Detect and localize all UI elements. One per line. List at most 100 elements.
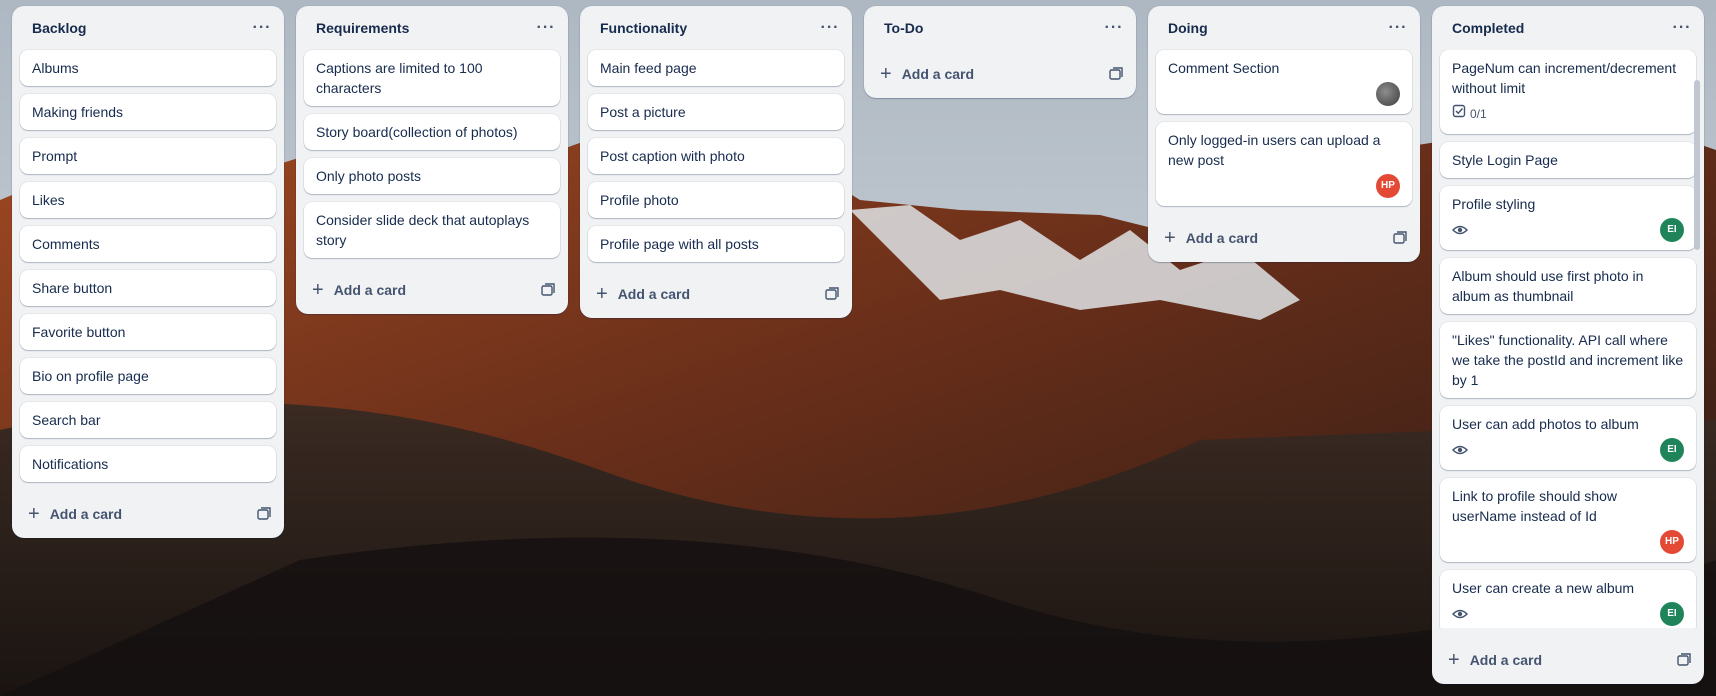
card[interactable]: Only photo posts <box>304 158 560 194</box>
add-card-button[interactable]: + Add a card <box>1448 650 1542 670</box>
list-header: Doing ··· <box>1148 6 1420 50</box>
list-title[interactable]: Requirements <box>316 20 409 36</box>
ellipsis-icon[interactable]: ··· <box>248 14 276 42</box>
card[interactable]: Story board(collection of photos) <box>304 114 560 150</box>
card[interactable]: PageNum can increment/decrement without … <box>1440 49 1696 134</box>
card-title: Notifications <box>32 456 109 472</box>
list-title[interactable]: Completed <box>1452 20 1524 36</box>
card[interactable]: Making friends <box>20 94 276 130</box>
checklist-badge: 0/1 <box>1452 104 1487 124</box>
list-title[interactable]: Doing <box>1168 20 1208 36</box>
card[interactable]: Albums <box>20 50 276 86</box>
card-list: Main feed page Post a picture Post caption… <box>580 50 852 262</box>
card[interactable]: Notifications <box>20 446 276 482</box>
list-title[interactable]: Functionality <box>600 20 687 36</box>
add-card-button[interactable]: + Add a card <box>28 504 122 524</box>
card[interactable]: Main feed page <box>588 50 844 86</box>
list-header: To-Do ··· <box>864 6 1136 50</box>
card[interactable]: Favorite button <box>20 314 276 350</box>
card[interactable]: Link to profile should show userName ins… <box>1440 477 1696 562</box>
card[interactable]: User can add photos to album EI <box>1440 405 1696 470</box>
eye-icon <box>1452 442 1468 458</box>
checklist-icon <box>1452 104 1466 124</box>
plus-icon: + <box>880 63 892 85</box>
add-card-button[interactable]: + Add a card <box>596 284 690 304</box>
card-badges: HP <box>1168 174 1400 198</box>
card-title: Comment Section <box>1168 60 1280 76</box>
add-card-label: Add a card <box>901 66 975 82</box>
list-doing: Doing ··· Comment Section Only logged-in us… <box>1148 6 1420 262</box>
card-template-icon[interactable] <box>1108 66 1124 82</box>
card[interactable]: Post a picture <box>588 94 844 130</box>
card[interactable]: Comments <box>20 226 276 262</box>
list-scrollbar[interactable] <box>1694 80 1700 250</box>
card-template-icon[interactable] <box>256 506 272 522</box>
card-title: "Likes" functionality. API call where we… <box>1452 331 1684 388</box>
card[interactable]: Album should use first photo in album as… <box>1440 257 1696 314</box>
add-card-button[interactable]: + Add a card <box>312 280 406 300</box>
card[interactable]: Only logged-in users can upload a new po… <box>1156 122 1412 206</box>
list-header: Completed ··· <box>1432 6 1704 50</box>
card-list: Captions are limited to 100 characters St… <box>296 50 568 258</box>
add-card-label: Add a card <box>1469 652 1543 669</box>
list-title[interactable]: To-Do <box>884 20 923 36</box>
card-title: Profile photo <box>600 192 679 208</box>
board-canvas: Backlog ··· Albums Making friends Prompt Like… <box>12 6 1704 696</box>
card-list: Albums Making friends Prompt Likes Comments S… <box>12 50 284 482</box>
ellipsis-icon[interactable]: ··· <box>1384 14 1412 42</box>
member-avatar[interactable]: EI <box>1660 601 1684 626</box>
add-card-button[interactable]: + Add a card <box>880 64 974 84</box>
badge-row: 0/1 <box>1452 104 1487 124</box>
card[interactable]: Likes <box>20 182 276 218</box>
add-card-label: Add a card <box>617 286 691 302</box>
card[interactable]: User can create a new album EI <box>1440 569 1696 629</box>
list-footer: + Add a card <box>1432 636 1704 684</box>
list-todo: To-Do ··· + Add a card <box>864 6 1136 98</box>
ellipsis-icon[interactable]: ··· <box>532 14 560 42</box>
member-avatar[interactable]: HP <box>1376 174 1400 198</box>
list-title[interactable]: Backlog <box>32 20 86 36</box>
card[interactable]: Style Login Page <box>1440 141 1696 178</box>
card[interactable]: "Likes" functionality. API call where we… <box>1440 321 1696 398</box>
list-backlog: Backlog ··· Albums Making friends Prompt Like… <box>12 6 284 538</box>
add-card-label: Add a card <box>49 506 123 522</box>
card[interactable]: Post caption with photo <box>588 138 844 174</box>
badge-row <box>1452 222 1468 238</box>
add-card-button[interactable]: + Add a card <box>1164 228 1258 248</box>
card[interactable]: Comment Section <box>1156 50 1412 114</box>
member-avatar[interactable]: HP <box>1660 529 1684 554</box>
card[interactable]: Profile styling EI <box>1440 185 1696 250</box>
card-title: Consider slide deck that autoplays story <box>316 212 530 248</box>
card[interactable]: Profile page with all posts <box>588 226 844 262</box>
card[interactable]: Prompt <box>20 138 276 174</box>
card-template-icon[interactable] <box>1676 652 1692 668</box>
card[interactable]: Search bar <box>20 402 276 438</box>
ellipsis-icon[interactable]: ··· <box>1668 14 1696 42</box>
card[interactable]: Consider slide deck that autoplays story <box>304 202 560 258</box>
member-avatar[interactable] <box>1376 82 1400 106</box>
card-badges <box>1168 82 1400 106</box>
ellipsis-icon[interactable]: ··· <box>816 14 844 42</box>
card-title: Captions are limited to 100 characters <box>316 60 483 96</box>
checklist-count: 0/1 <box>1470 106 1487 121</box>
card[interactable]: Profile photo <box>588 182 844 218</box>
card-badges: HP <box>1452 529 1684 554</box>
card-title: Profile page with all posts <box>600 236 759 252</box>
member-avatar[interactable]: EI <box>1660 437 1684 462</box>
card-title: Likes <box>32 192 65 208</box>
card[interactable]: Bio on profile page <box>20 358 276 394</box>
ellipsis-icon[interactable]: ··· <box>1100 14 1128 42</box>
eye-icon <box>1452 222 1468 238</box>
card-title: Link to profile should show userName ins… <box>1452 487 1617 524</box>
list-header: Backlog ··· <box>12 6 284 50</box>
list-footer: + Add a card <box>864 50 1136 98</box>
list-functionality: Functionality ··· Main feed page Post a pic… <box>580 6 852 318</box>
card-template-icon[interactable] <box>824 286 840 302</box>
card-template-icon[interactable] <box>1392 230 1408 246</box>
member-avatar[interactable]: EI <box>1660 217 1684 242</box>
card-title: Post caption with photo <box>600 148 745 164</box>
card[interactable]: Captions are limited to 100 characters <box>304 50 560 106</box>
card[interactable]: Share button <box>20 270 276 306</box>
card-badges: EI <box>1452 601 1684 626</box>
card-template-icon[interactable] <box>540 282 556 298</box>
